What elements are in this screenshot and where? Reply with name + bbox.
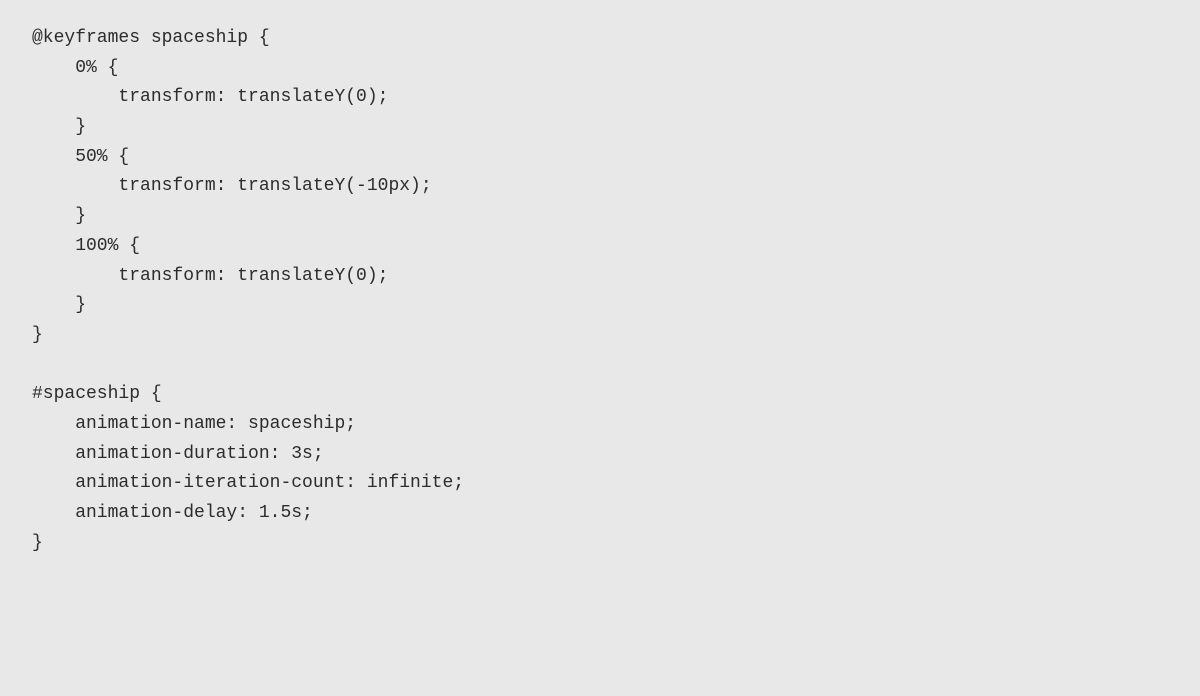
code-line: transform: translateY(-10px); — [32, 172, 1168, 202]
code-line: } — [32, 113, 1168, 143]
code-line: } — [32, 202, 1168, 232]
code-line: 0% { — [32, 54, 1168, 84]
code-line: animation-name: spaceship; — [32, 410, 1168, 440]
code-viewer: @keyframes spaceship { 0% { transform: t… — [0, 0, 1200, 696]
code-line: } — [32, 529, 1168, 559]
code-line: transform: translateY(0); — [32, 262, 1168, 292]
code-line: transform: translateY(0); — [32, 83, 1168, 113]
code-line: animation-delay: 1.5s; — [32, 499, 1168, 529]
code-line: #spaceship { — [32, 380, 1168, 410]
code-line: animation-duration: 3s; — [32, 440, 1168, 470]
blank-line — [32, 351, 1168, 381]
code-line: 100% { — [32, 232, 1168, 262]
code-line: @keyframes spaceship { — [32, 24, 1168, 54]
code-line: } — [32, 291, 1168, 321]
code-line: animation-iteration-count: infinite; — [32, 469, 1168, 499]
code-line: 50% { — [32, 143, 1168, 173]
code-line: } — [32, 321, 1168, 351]
